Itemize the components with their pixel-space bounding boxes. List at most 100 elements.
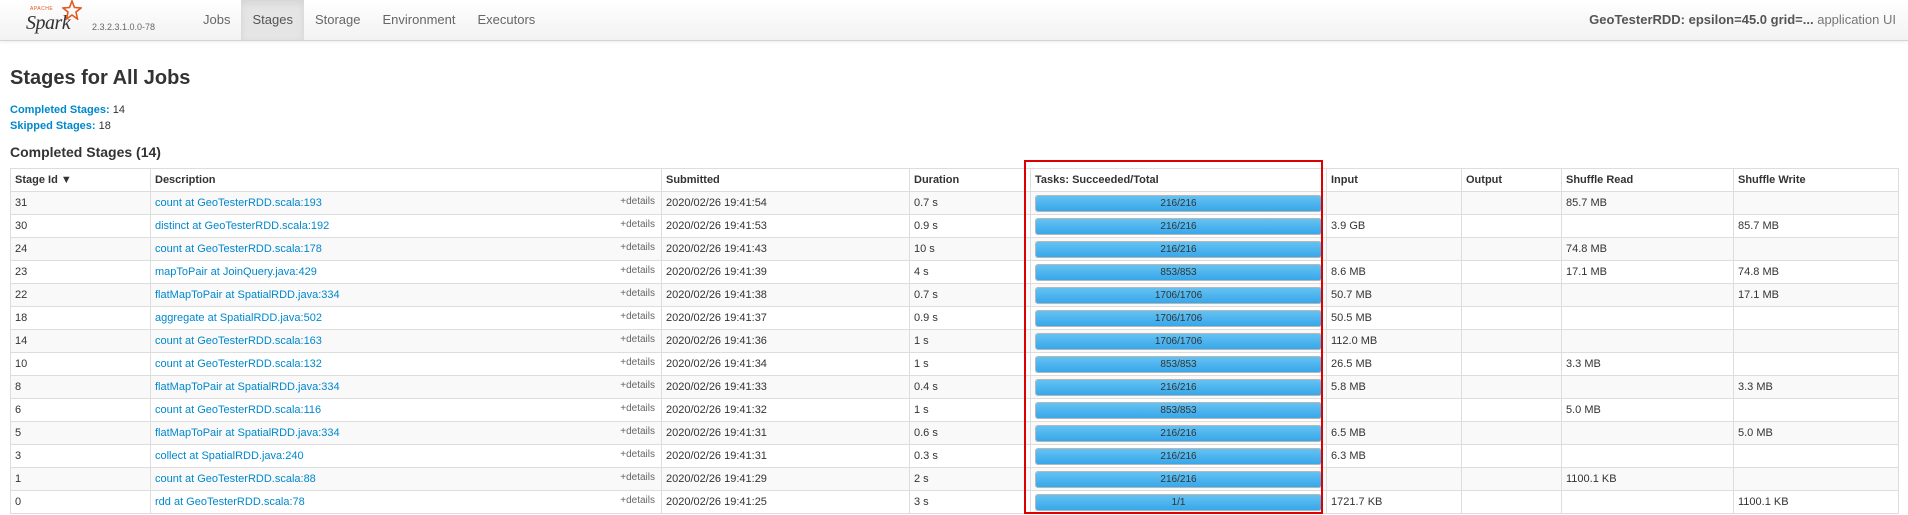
header-description[interactable]: Description [150, 168, 662, 192]
tab-executors[interactable]: Executors [466, 0, 546, 40]
stage-description-link[interactable]: aggregate at SpatialRDD.java:502 [155, 312, 322, 324]
tasks-progress-label: 853/853 [1160, 359, 1197, 370]
stage-tasks-cell: 1706/1706 [1030, 306, 1327, 330]
stage-output [1461, 352, 1562, 376]
tasks-progress-bar: 216/216 [1035, 448, 1322, 465]
table-row: 24 count at GeoTesterRDD.scala:178 +detail… [10, 237, 1899, 261]
details-toggle[interactable]: +details [620, 495, 655, 506]
stage-output [1461, 237, 1562, 261]
stage-description-cell: distinct at GeoTesterRDD.scala:192 +detai… [150, 214, 662, 238]
stage-submitted: 2020/02/26 19:41:54 [661, 191, 910, 215]
stage-shuffle-write: 1100.1 KB [1733, 490, 1899, 514]
stage-tasks-cell: 216/216 [1030, 375, 1327, 399]
stage-duration: 1 s [909, 329, 1031, 353]
details-toggle[interactable]: +details [620, 265, 655, 276]
tasks-progress-label: 853/853 [1160, 267, 1197, 278]
skipped-stages-link[interactable]: Skipped Stages: [10, 120, 96, 132]
completed-stages-link[interactable]: Completed Stages: [10, 104, 110, 116]
stage-shuffle-read [1561, 490, 1734, 514]
stage-input: 50.7 MB [1326, 283, 1462, 307]
stage-duration: 0.3 s [909, 444, 1031, 468]
stage-id: 8 [10, 375, 151, 399]
stage-output [1461, 490, 1562, 514]
stage-input [1326, 467, 1462, 491]
tasks-progress-label: 216/216 [1160, 382, 1197, 393]
details-toggle[interactable]: +details [620, 449, 655, 460]
stage-id: 5 [10, 421, 151, 445]
tab-stages[interactable]: Stages [241, 0, 304, 40]
details-toggle[interactable]: +details [620, 311, 655, 322]
details-toggle[interactable]: +details [620, 334, 655, 345]
details-toggle[interactable]: +details [620, 288, 655, 299]
stage-description-link[interactable]: rdd at GeoTesterRDD.scala:78 [155, 496, 305, 508]
stage-shuffle-read [1561, 444, 1734, 468]
details-toggle[interactable]: +details [620, 426, 655, 437]
table-row: 23 mapToPair at JoinQuery.java:429 +detail… [10, 260, 1899, 284]
stage-duration: 3 s [909, 490, 1031, 514]
stage-id: 10 [10, 352, 151, 376]
tab-jobs[interactable]: Jobs [192, 0, 241, 40]
table-row: 8 flatMapToPair at SpatialRDD.java:334 +de… [10, 375, 1899, 399]
stage-shuffle-read [1561, 329, 1734, 353]
stage-shuffle-write [1733, 467, 1899, 491]
stage-description-link[interactable]: count at GeoTesterRDD.scala:193 [155, 197, 322, 209]
spark-logo[interactable]: APACHE Spark 2.3.2.3.1.0.0-78 [24, 0, 174, 38]
stage-duration: 1 s [909, 398, 1031, 422]
details-toggle[interactable]: +details [620, 472, 655, 483]
stage-id: 18 [10, 306, 151, 330]
stage-shuffle-write [1733, 306, 1899, 330]
table-row: 31 count at GeoTesterRDD.scala:193 +detail… [10, 191, 1899, 215]
stage-description-cell: count at GeoTesterRDD.scala:116 +details [150, 398, 662, 422]
stage-submitted: 2020/02/26 19:41:34 [661, 352, 910, 376]
details-toggle[interactable]: +details [620, 242, 655, 253]
table-row: 1 count at GeoTesterRDD.scala:88 +details 2… [10, 467, 1899, 491]
details-toggle[interactable]: +details [620, 219, 655, 230]
stage-description-link[interactable]: count at GeoTesterRDD.scala:178 [155, 243, 322, 255]
stage-duration: 4 s [909, 260, 1031, 284]
stage-description-link[interactable]: count at GeoTesterRDD.scala:132 [155, 358, 322, 370]
stage-description-link[interactable]: collect at SpatialRDD.java:240 [155, 450, 304, 462]
stage-duration: 0.4 s [909, 375, 1031, 399]
stage-description-link[interactable]: flatMapToPair at SpatialRDD.java:334 [155, 289, 340, 301]
tasks-progress-bar: 1/1 [1035, 494, 1322, 511]
stage-description-link[interactable]: count at GeoTesterRDD.scala:116 [155, 404, 321, 416]
stage-shuffle-read [1561, 283, 1734, 307]
stage-id: 30 [10, 214, 151, 238]
stage-duration: 0.9 s [909, 306, 1031, 330]
stage-submitted: 2020/02/26 19:41:33 [661, 375, 910, 399]
stage-tasks-cell: 853/853 [1030, 352, 1327, 376]
stage-shuffle-read [1561, 214, 1734, 238]
stage-description-link[interactable]: count at GeoTesterRDD.scala:88 [155, 473, 316, 485]
header-duration[interactable]: Duration [909, 168, 1031, 192]
tab-environment[interactable]: Environment [372, 0, 467, 40]
stage-description-link[interactable]: distinct at GeoTesterRDD.scala:192 [155, 220, 329, 232]
table-row: 10 count at GeoTesterRDD.scala:132 +detail… [10, 352, 1899, 376]
stage-input: 26.5 MB [1326, 352, 1462, 376]
stage-id: 1 [10, 467, 151, 491]
header-stage-id[interactable]: Stage Id ▼ [10, 168, 151, 192]
details-toggle[interactable]: +details [620, 403, 655, 414]
details-toggle[interactable]: +details [620, 380, 655, 391]
tasks-progress-bar: 853/853 [1035, 264, 1322, 281]
header-submitted[interactable]: Submitted [661, 168, 910, 192]
stage-description-link[interactable]: count at GeoTesterRDD.scala:163 [155, 335, 322, 347]
stage-submitted: 2020/02/26 19:41:39 [661, 260, 910, 284]
header-tasks[interactable]: Tasks: Succeeded/Total [1030, 168, 1327, 192]
stage-input: 3.9 GB [1326, 214, 1462, 238]
completed-stages-table: Stage Id ▼ Description Submitted Duratio… [10, 168, 1899, 514]
header-shuffle-write[interactable]: Shuffle Write [1733, 168, 1899, 192]
header-input[interactable]: Input [1326, 168, 1462, 192]
details-toggle[interactable]: +details [620, 196, 655, 207]
stage-duration: 1 s [909, 352, 1031, 376]
stage-description-link[interactable]: flatMapToPair at SpatialRDD.java:334 [155, 427, 340, 439]
stage-description-link[interactable]: mapToPair at JoinQuery.java:429 [155, 266, 317, 278]
header-shuffle-read[interactable]: Shuffle Read [1561, 168, 1734, 192]
details-toggle[interactable]: +details [620, 357, 655, 368]
stage-duration: 0.6 s [909, 421, 1031, 445]
stage-description-link[interactable]: flatMapToPair at SpatialRDD.java:334 [155, 381, 340, 393]
spark-version: 2.3.2.3.1.0.0-78 [92, 22, 156, 32]
tab-storage[interactable]: Storage [304, 0, 372, 40]
table-header-row: Stage Id ▼ Description Submitted Duratio… [10, 168, 1899, 192]
header-output[interactable]: Output [1461, 168, 1562, 192]
stage-input: 5.8 MB [1326, 375, 1462, 399]
